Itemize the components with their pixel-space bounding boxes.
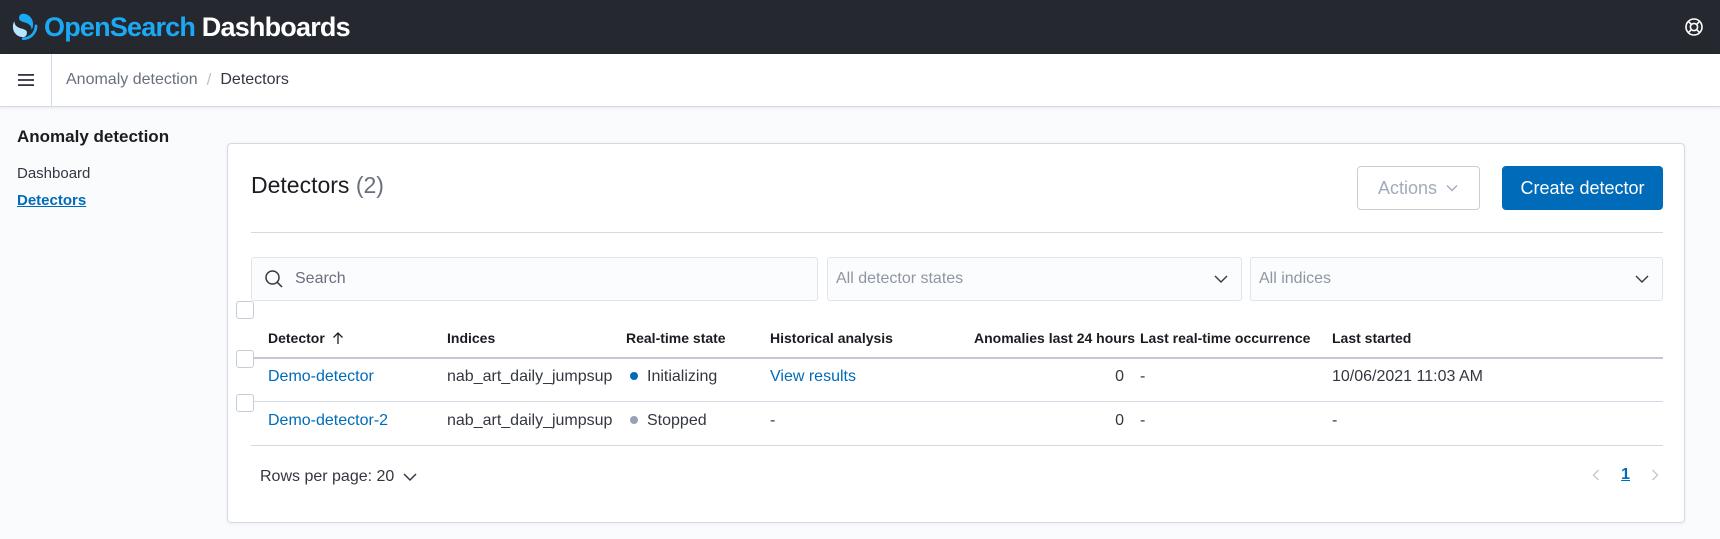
chevron-down-icon — [1446, 185, 1458, 192]
column-header-last-started[interactable]: Last started — [1332, 330, 1411, 346]
top-header: OpenSearch Dashboards — [0, 0, 1720, 54]
indices-placeholder: All indices — [1259, 270, 1332, 287]
brand-dashboards-text: Dashboards — [195, 11, 351, 42]
view-results-link[interactable]: View results — [770, 368, 856, 386]
chevron-down-icon — [403, 473, 417, 482]
chevron-down-icon — [1635, 275, 1649, 283]
row-divider — [251, 401, 1663, 402]
pagination: 1 — [1589, 464, 1662, 486]
last-occurrence-cell: - — [1140, 368, 1146, 385]
detector-link[interactable]: Demo-detector — [268, 368, 374, 386]
sidebar-item-dashboard[interactable]: Dashboard — [17, 165, 90, 182]
anomalies-cell: 0 — [1115, 412, 1124, 429]
detectors-panel: Detectors (2) Actions Create detector Se… — [227, 143, 1685, 523]
brand-open-text: Open — [44, 11, 111, 42]
column-header-anomalies[interactable]: Anomalies last 24 hours — [974, 330, 1135, 346]
detector-states-select[interactable]: All detector states — [827, 257, 1242, 301]
column-header-historical-analysis[interactable]: Historical analysis — [770, 330, 893, 346]
breadcrumb-bar: Anomaly detection / Detectors — [0, 53, 1720, 107]
chevron-left-icon[interactable] — [1589, 468, 1603, 482]
column-header-detector[interactable]: Detector — [268, 330, 345, 346]
detector-link[interactable]: Demo-detector-2 — [268, 412, 388, 430]
opensearch-logo-icon — [12, 13, 38, 41]
detector-states-placeholder: All detector states — [836, 270, 964, 287]
breadcrumb-separator: / — [206, 70, 212, 89]
breadcrumb: Anomaly detection / Detectors — [66, 70, 289, 90]
state-label: Stopped — [647, 412, 707, 429]
sort-ascending-icon — [332, 332, 343, 344]
chevron-down-icon — [1214, 275, 1228, 283]
indices-cell: nab_art_daily_jumpsup — [447, 412, 613, 429]
row-checkbox[interactable] — [236, 350, 254, 368]
column-header-real-time-state[interactable]: Real-time state — [626, 330, 726, 346]
row-checkbox[interactable] — [236, 394, 254, 412]
rows-per-page-button[interactable]: Rows per page: 20 — [260, 468, 418, 486]
indices-select[interactable]: All indices — [1250, 257, 1663, 301]
status-dot — [630, 415, 638, 424]
real-time-state-cell: Initializing — [630, 368, 717, 386]
last-started-cell: - — [1332, 412, 1338, 429]
hamburger-icon — [17, 74, 34, 86]
divider — [251, 232, 1663, 233]
search-icon — [265, 270, 283, 288]
anomalies-cell: 0 — [1115, 368, 1124, 385]
brand-name: OpenSearch Dashboards — [44, 11, 351, 42]
breadcrumb-detectors: Detectors — [220, 71, 289, 88]
historical-analysis-cell: - — [770, 412, 776, 429]
brand-search-text: Search — [109, 11, 196, 42]
column-header-detector-label: Detector — [268, 330, 325, 346]
row-divider — [251, 445, 1663, 446]
real-time-state-cell: Stopped — [630, 412, 707, 430]
sidebar-item-detectors[interactable]: Detectors — [17, 192, 86, 209]
help-icon[interactable] — [1684, 17, 1704, 37]
status-dot — [630, 371, 638, 380]
page-title: Detectors (2) — [251, 172, 384, 199]
actions-label: Actions — [1377, 177, 1438, 198]
column-header-last-occurrence[interactable]: Last real-time occurrence — [1140, 330, 1310, 346]
column-header-indices[interactable]: Indices — [447, 330, 495, 346]
search-input[interactable]: Search — [295, 270, 346, 288]
state-label: Initializing — [647, 368, 718, 385]
indices-cell: nab_art_daily_jumpsup — [447, 368, 613, 385]
select-all-checkbox[interactable] — [236, 301, 254, 319]
create-detector-button[interactable]: Create detector — [1502, 166, 1663, 210]
last-occurrence-cell: - — [1140, 412, 1146, 429]
rows-per-page-label: Rows per page: 20 — [260, 468, 395, 485]
page-number[interactable]: 1 — [1615, 464, 1636, 486]
breadcrumb-anomaly-detection[interactable]: Anomaly detection — [66, 71, 198, 89]
page-title-text: Detectors — [251, 172, 350, 198]
last-started-cell: 10/06/2021 11:03 AM — [1332, 368, 1483, 385]
menu-toggle-button[interactable] — [0, 53, 52, 107]
opensearch-logo[interactable]: OpenSearch Dashboards — [12, 11, 351, 42]
chevron-right-icon[interactable] — [1648, 468, 1662, 482]
sidebar-title: Anomaly detection — [17, 127, 170, 146]
actions-button[interactable]: Actions — [1357, 166, 1480, 210]
detector-count: (2) — [355, 172, 384, 198]
search-field[interactable]: Search — [251, 257, 818, 301]
table-header-divider — [251, 357, 1663, 359]
